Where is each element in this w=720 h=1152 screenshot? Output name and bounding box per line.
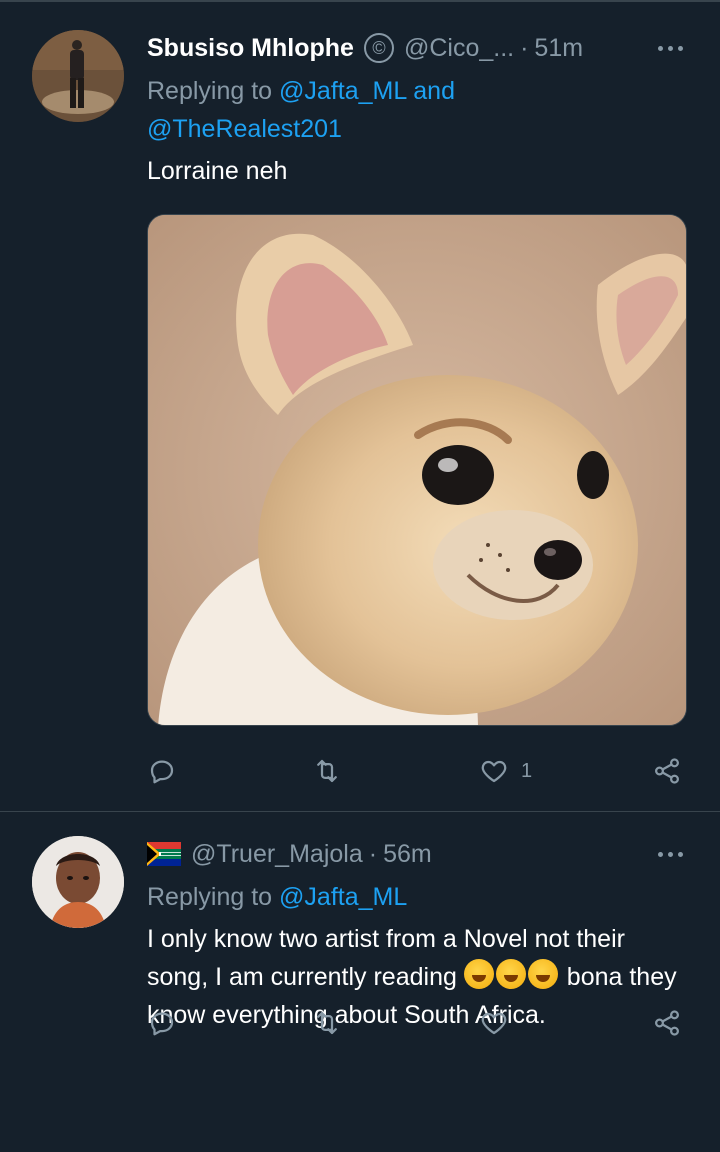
rofl-emoji-icon [463, 959, 494, 989]
dot-separator: · [368, 839, 378, 868]
tweet-header: @Truer_Majola · 56m [147, 834, 690, 874]
mention-link[interactable]: @Jafta_ML [279, 77, 406, 105]
tweet-actions: 1 [147, 751, 690, 791]
heart-icon [481, 1012, 507, 1035]
tweet-image[interactable] [147, 214, 687, 726]
more-dots-icon[interactable] [650, 840, 690, 868]
tweet-text: Lorraine neh [147, 157, 288, 185]
reply-icon [150, 760, 174, 784]
replying-and[interactable]: and [413, 77, 455, 105]
timestamp[interactable]: 51m [534, 34, 583, 63]
replying-prefix: Replying to [147, 77, 273, 105]
rofl-emoji-icon [527, 959, 558, 989]
replying-prefix: Replying to [147, 883, 273, 911]
share-button[interactable] [652, 1003, 682, 1043]
share-icon [654, 758, 680, 784]
display-name[interactable]: Sbusiso Mhlophe [147, 34, 354, 63]
replying-to: Replying to @Jafta_ML and @TheRealest201 [147, 72, 680, 148]
retweet-icon [317, 759, 337, 783]
heart-icon [481, 760, 507, 783]
more-dots-icon[interactable] [650, 34, 690, 62]
reply-button[interactable] [147, 751, 177, 791]
reply-icon [150, 1012, 174, 1036]
tweet-2[interactable]: @Truer_Majola · 56m Replying to @Jafta_M… [0, 812, 720, 1152]
user-handle[interactable]: @Cico_... [404, 34, 514, 63]
chihuahua-photo [148, 215, 686, 725]
retweet-icon [317, 1011, 337, 1035]
mention-link[interactable]: @Jafta_ML [279, 883, 407, 911]
dot-separator: · [520, 33, 529, 62]
like-button[interactable]: 1 [479, 751, 532, 791]
tweet-header: Sbusiso Mhlophe © @Cico_... · 51m [147, 28, 690, 68]
avatar-photo [32, 836, 124, 928]
share-icon [654, 1010, 680, 1036]
tweet-actions [147, 1003, 690, 1043]
share-button[interactable] [652, 751, 682, 791]
copyright-circle-icon: © [363, 33, 394, 63]
retweet-button[interactable] [312, 751, 342, 791]
user-handle[interactable]: @Truer_Majola [191, 840, 363, 869]
rofl-emoji-icon [495, 959, 526, 989]
retweet-button[interactable] [312, 1003, 342, 1043]
replying-to: Replying to @Jafta_ML [147, 878, 680, 916]
reply-button[interactable] [147, 1003, 177, 1043]
like-button[interactable] [479, 1003, 509, 1043]
mention-link[interactable]: @TheRealest201 [147, 115, 342, 143]
like-count: 1 [521, 759, 533, 782]
south-africa-flag-icon [147, 842, 181, 866]
tweet-1[interactable]: Sbusiso Mhlophe © @Cico_... · 51m Replyi… [0, 0, 720, 812]
timestamp[interactable]: 56m [383, 840, 432, 869]
avatar-photo [32, 30, 124, 122]
avatar[interactable] [32, 30, 124, 122]
avatar[interactable] [32, 836, 124, 928]
